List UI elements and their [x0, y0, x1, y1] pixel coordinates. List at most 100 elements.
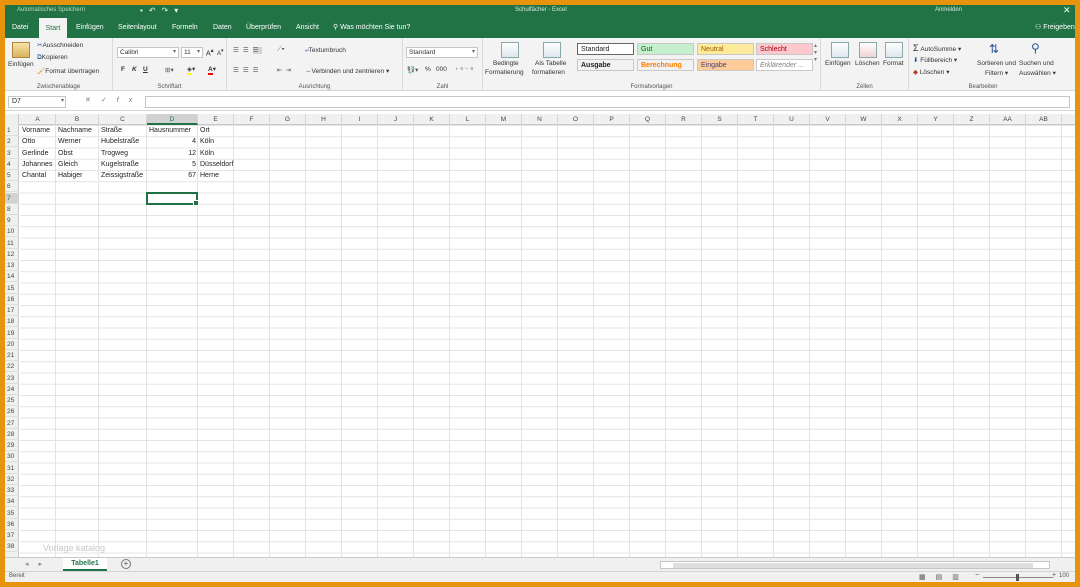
format-cells-icon[interactable] [885, 42, 903, 58]
insert-function-icon[interactable]: fx [117, 97, 142, 104]
sheet-tab-tabelle1[interactable]: Tabelle1 [63, 558, 107, 571]
share-button[interactable]: ⚇ Freigeben [1035, 18, 1075, 38]
cell-b1[interactable]: Nachname [56, 125, 99, 136]
scrollbar-thumb[interactable] [673, 563, 1033, 568]
merge-center-button[interactable]: ⇔ Verbinden und zentrieren ▾ [305, 67, 389, 75]
row-header-8[interactable]: 8 [5, 204, 19, 215]
cell-style-ausgabe[interactable]: Ausgabe [577, 59, 634, 71]
sort-filter-label-1[interactable]: Sortieren und [977, 60, 1016, 67]
cell-d3[interactable]: 12 [147, 148, 198, 159]
horizontal-align-icons[interactable]: ☰☰☰ [233, 66, 262, 74]
font-color-icon[interactable]: A▾ [208, 65, 216, 75]
cell-a1[interactable]: Vorname [20, 125, 56, 136]
fill-color-icon[interactable]: ◈▾ [187, 65, 195, 75]
row-header-29[interactable]: 29 [5, 440, 19, 451]
sort-filter-icon[interactable]: ⇅ [989, 42, 999, 56]
search-icon[interactable]: ⚲ [1031, 41, 1040, 55]
row-header-4[interactable]: 4 [5, 159, 19, 170]
percent-button[interactable]: % [425, 66, 431, 73]
tab-formeln[interactable]: Formeln [171, 18, 199, 38]
row-header-17[interactable]: 17 [5, 305, 19, 316]
cell-b2[interactable]: Werner [56, 136, 99, 147]
cancel-icon[interactable]: ✕ [85, 97, 101, 104]
column-header-i[interactable]: I [342, 114, 378, 125]
page-layout-icon[interactable]: ▤ [936, 574, 953, 581]
tab-einfuegen[interactable]: Einfügen [75, 18, 105, 38]
row-header-6[interactable]: 6 [5, 181, 19, 193]
redo-icon[interactable]: ↷ [162, 6, 175, 15]
column-header-j[interactable]: J [378, 114, 414, 125]
find-select-label-1[interactable]: Suchen und [1019, 60, 1054, 67]
column-header-p[interactable]: P [594, 114, 630, 125]
cell-style-gut[interactable]: Gut [637, 43, 694, 55]
row-header-19[interactable]: 19 [5, 328, 19, 339]
fill-button[interactable]: ⬇ Füllbereich ▾ [913, 56, 957, 64]
cell-c2[interactable]: Hubelstraße [99, 136, 147, 147]
border-icon[interactable]: ⊞▾ [165, 66, 174, 74]
row-header-18[interactable]: 18 [5, 316, 19, 328]
format-painter-button[interactable]: 🖌 Format übertragen [37, 67, 99, 75]
grow-font-icon[interactable]: A▴ [206, 48, 214, 57]
cell-e2[interactable]: Köln [198, 136, 234, 147]
font-name-select[interactable]: Calibri [117, 47, 179, 58]
row-header-27[interactable]: 27 [5, 418, 19, 429]
cell-area[interactable]: Vorname Nachname Straße Hausnummer Ort Otto We… [20, 125, 1075, 557]
row-header-13[interactable]: 13 [5, 260, 19, 271]
row-header-38[interactable]: 38 [5, 541, 19, 553]
cell-d5[interactable]: 67 [147, 170, 198, 181]
row-header-16[interactable]: 16 [5, 294, 19, 305]
gallery-scroll-icon[interactable]: ▴ ▾ ▾ [814, 42, 817, 63]
column-header-r[interactable]: R [666, 114, 702, 125]
column-header-y[interactable]: Y [918, 114, 954, 125]
close-icon[interactable]: ✕ [1063, 5, 1071, 16]
conditional-format-label-1[interactable]: Bedingte [493, 60, 519, 67]
cell-d2[interactable]: 4 [147, 136, 198, 147]
column-header-a[interactable]: A [20, 114, 56, 125]
cell-a2[interactable]: Otto [20, 136, 56, 147]
currency-icon[interactable]: 💱▾ [407, 66, 418, 74]
shrink-font-icon[interactable]: A▾ [217, 48, 224, 57]
column-header-s[interactable]: S [702, 114, 738, 125]
cell-style-neutral[interactable]: Neutral [697, 43, 754, 55]
cell-style-eingabe[interactable]: Eingabe [697, 59, 754, 71]
row-header-25[interactable]: 25 [5, 395, 19, 406]
number-format-select[interactable]: Standard [406, 47, 478, 58]
insert-cells-button[interactable]: Einfügen [825, 60, 851, 67]
tab-seitenlayout[interactable]: Seitenlayout [117, 18, 158, 38]
column-header-f[interactable]: F [234, 114, 270, 125]
column-header-v[interactable]: V [810, 114, 846, 125]
format-as-table-label-1[interactable]: Als Tabelle [535, 60, 566, 67]
cell-a5[interactable]: Chantal [20, 170, 56, 181]
tab-datei[interactable]: Datei [11, 18, 29, 38]
row-header-11[interactable]: 11 [5, 238, 19, 249]
zoom-percent[interactable]: 100 [1059, 573, 1069, 579]
add-sheet-button[interactable]: + [121, 559, 131, 569]
autosave-toggle[interactable]: Automatisches Speichern [17, 7, 85, 13]
cell-d4[interactable]: 5 [147, 159, 198, 170]
normal-view-icon[interactable]: ▦ [919, 574, 936, 581]
cell-e5[interactable]: Herne [198, 170, 234, 181]
row-header-7[interactable]: 7 [5, 192, 19, 204]
row-header-31[interactable]: 31 [5, 463, 19, 474]
cell-c3[interactable]: Trogweg [99, 148, 147, 159]
sign-in-link[interactable]: Anmelden [935, 7, 962, 13]
cell-c4[interactable]: Kugelstraße [99, 159, 147, 170]
column-header-x[interactable]: X [882, 114, 918, 125]
format-cells-button[interactable]: Format [883, 60, 904, 67]
cell-e3[interactable]: Köln [198, 148, 234, 159]
cell-c1[interactable]: Straße [99, 125, 147, 136]
row-header-14[interactable]: 14 [5, 271, 19, 283]
orientation-icon[interactable]: ⟋▾ [277, 46, 285, 54]
paste-button[interactable]: Einfügen [8, 61, 34, 68]
name-box-dropdown-icon[interactable]: ▾ [61, 97, 64, 104]
font-size-select[interactable]: 11 [181, 47, 203, 58]
cell-style-schlecht[interactable]: Schlecht [756, 43, 813, 55]
indent-icons[interactable]: ⇤⇥ [277, 66, 294, 74]
thousands-button[interactable]: 000 [436, 66, 447, 73]
column-header-d[interactable]: D [147, 114, 198, 125]
column-header-t[interactable]: T [738, 114, 774, 125]
conditional-format-icon[interactable] [501, 42, 519, 58]
row-header-15[interactable]: 15 [5, 283, 19, 294]
row-header-22[interactable]: 22 [5, 361, 19, 373]
row-header-33[interactable]: 33 [5, 485, 19, 496]
